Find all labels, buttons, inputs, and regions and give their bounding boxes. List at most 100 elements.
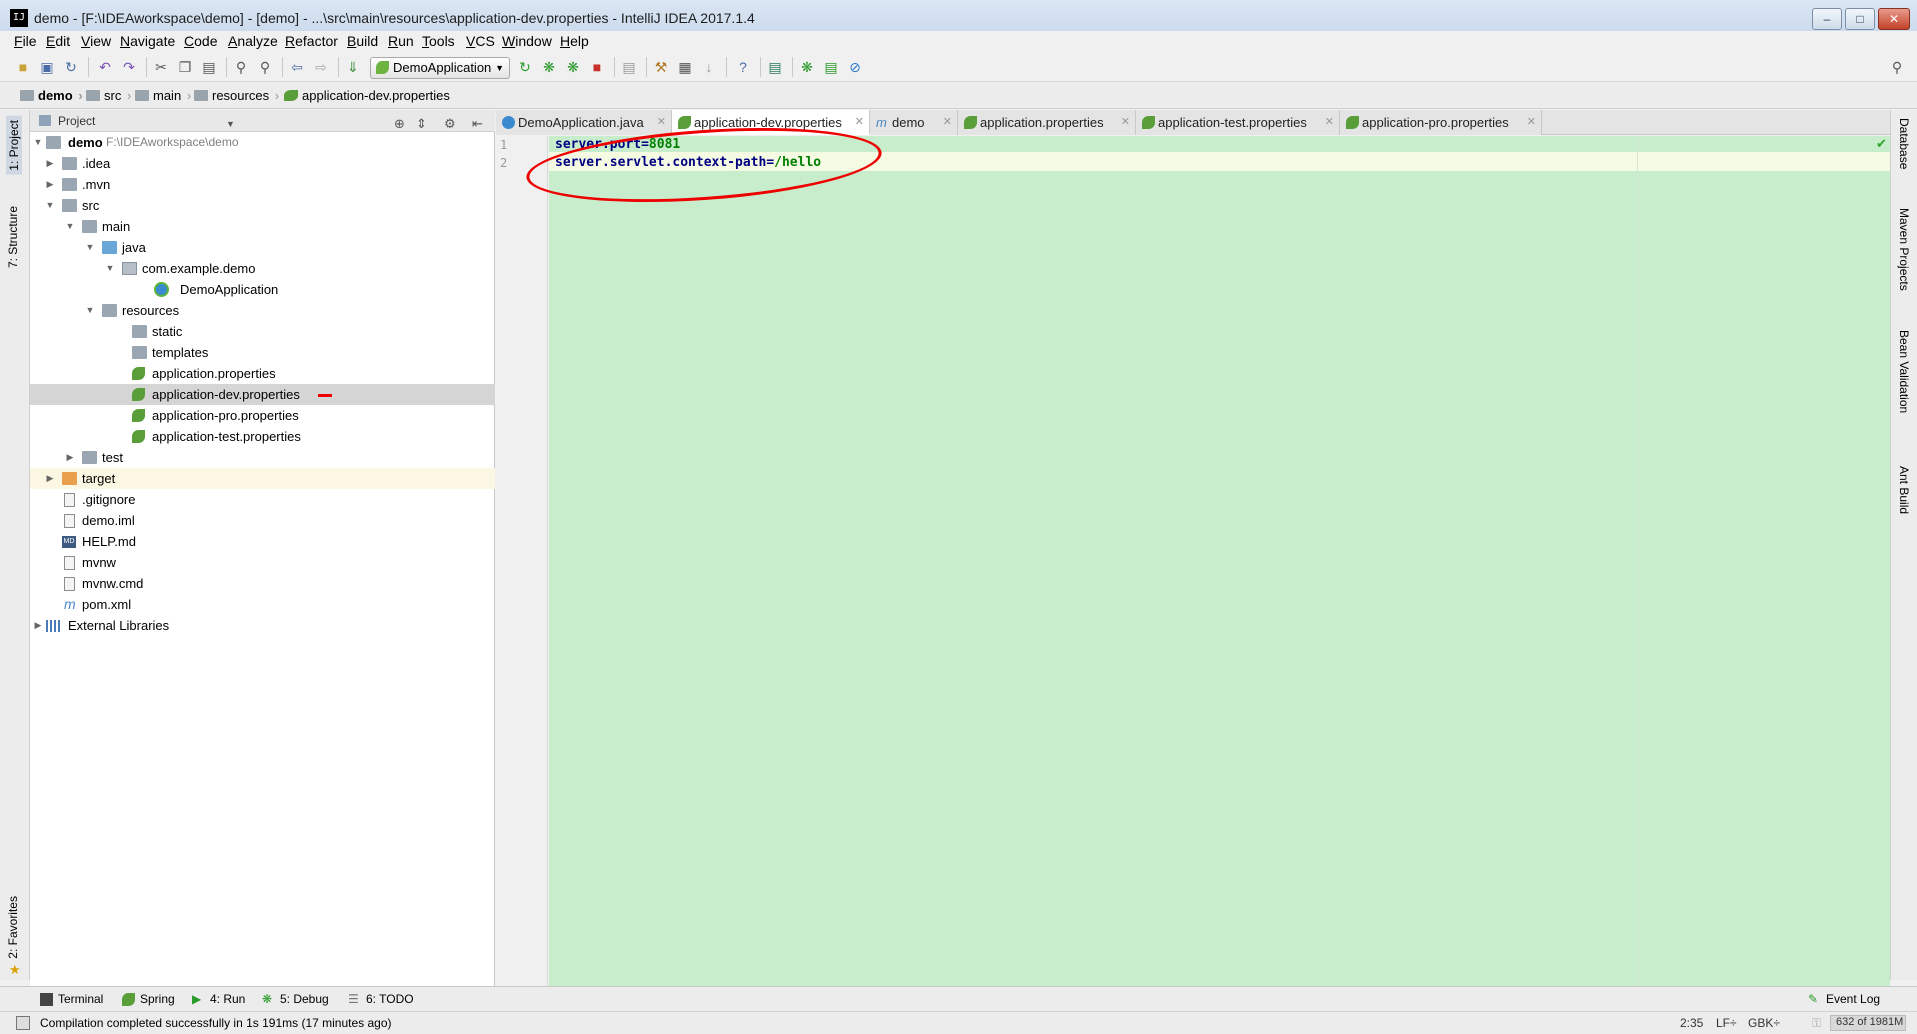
tab-demo-pom[interactable]: m demo ✕ xyxy=(870,110,958,135)
close-tab-icon[interactable]: ✕ xyxy=(855,110,864,135)
collapsed-arrow-icon[interactable]: ▶ xyxy=(44,153,56,174)
menu-analyze[interactable]: Analyze xyxy=(228,33,278,49)
search-everywhere-icon[interactable]: ⚲ xyxy=(1888,58,1906,76)
coverage-icon[interactable]: ❋ xyxy=(564,58,582,76)
menu-code[interactable]: Code xyxy=(184,33,217,49)
tree-row-mvnw-cmd[interactable]: mvnw.cmd xyxy=(30,573,495,594)
breadcrumb-src[interactable]: src › xyxy=(86,87,131,105)
tool-tab-spring[interactable]: Spring xyxy=(122,992,175,1006)
menu-vcs[interactable]: VCS xyxy=(466,33,495,49)
tab-application-properties[interactable]: application.properties ✕ xyxy=(958,110,1136,135)
tool-tab-run[interactable]: ▶ 4: Run xyxy=(192,992,245,1006)
tree-row-main[interactable]: ▼ main xyxy=(30,216,495,237)
menu-build[interactable]: Build xyxy=(347,33,378,49)
coverage-report-icon[interactable]: ▤ xyxy=(620,58,638,76)
tree-row-help-md[interactable]: MD HELP.md xyxy=(30,531,495,552)
tree-row-target[interactable]: ▶ target xyxy=(30,468,495,489)
android-icon[interactable]: ❋ xyxy=(798,58,816,76)
tree-row-mvnw[interactable]: mvnw xyxy=(30,552,495,573)
profiler-icon[interactable]: ▤ xyxy=(822,58,840,76)
maximize-button[interactable]: □ xyxy=(1845,8,1875,30)
tree-row-application-test-properties[interactable]: application-test.properties xyxy=(30,426,495,447)
no-entry-icon[interactable]: ⊘ xyxy=(846,58,864,76)
file-encoding[interactable]: GBK÷ xyxy=(1748,1016,1780,1030)
tree-row-java[interactable]: ▼ java xyxy=(30,237,495,258)
close-button[interactable]: ✕ xyxy=(1878,8,1910,30)
menu-view[interactable]: View xyxy=(81,33,111,49)
menu-navigate[interactable]: Navigate xyxy=(120,33,175,49)
tab-application-test-properties[interactable]: application-test.properties ✕ xyxy=(1136,110,1340,135)
cut-icon[interactable]: ✂ xyxy=(152,58,170,76)
minimize-button[interactable]: – xyxy=(1812,8,1842,30)
tool-window-maven[interactable]: Maven Projects xyxy=(1897,208,1911,291)
line-separator[interactable]: LF÷ xyxy=(1716,1016,1737,1030)
tree-row-pom-xml[interactable]: m pom.xml xyxy=(30,594,495,615)
expanded-arrow-icon[interactable]: ▼ xyxy=(32,132,44,153)
tree-row-resources[interactable]: ▼ resources xyxy=(30,300,495,321)
project-view-select[interactable]: Project xyxy=(58,114,95,128)
tree-row-test[interactable]: ▶ test xyxy=(30,447,495,468)
project-structure-icon[interactable]: ▦ xyxy=(676,58,694,76)
tool-window-bean-validation[interactable]: Bean Validation xyxy=(1897,330,1911,413)
menu-tools[interactable]: Tools xyxy=(422,33,455,49)
back-icon[interactable]: ⇦ xyxy=(288,58,306,76)
tool-tab-terminal[interactable]: Terminal xyxy=(40,992,103,1006)
close-tab-icon[interactable]: ✕ xyxy=(657,110,666,135)
caret-position[interactable]: 2:35 xyxy=(1680,1016,1703,1030)
paste-icon[interactable]: ▤ xyxy=(200,58,218,76)
stop-icon[interactable]: ■ xyxy=(588,58,606,76)
breadcrumb-resources[interactable]: resources › xyxy=(194,87,279,105)
tree-row-application-properties[interactable]: application.properties xyxy=(30,363,495,384)
forward-icon[interactable]: ⇨ xyxy=(312,58,330,76)
sync-icon[interactable]: ↻ xyxy=(62,58,80,76)
tree-row-application-dev-properties[interactable]: application-dev.properties xyxy=(30,384,495,405)
deploy-icon[interactable]: ▤ xyxy=(766,58,784,76)
replace-icon[interactable]: ⚲ xyxy=(256,58,274,76)
tree-row-templates[interactable]: templates xyxy=(30,342,495,363)
close-tab-icon[interactable]: ✕ xyxy=(1325,110,1334,135)
undo-icon[interactable]: ↶ xyxy=(96,58,114,76)
code-editor[interactable]: server.port=8081 server.servlet.context-… xyxy=(549,136,1890,986)
breadcrumb-file[interactable]: application-dev.properties xyxy=(284,87,450,105)
tree-row-application-pro-properties[interactable]: application-pro.properties xyxy=(30,405,495,426)
find-icon[interactable]: ⚲ xyxy=(232,58,250,76)
expanded-arrow-icon[interactable]: ▼ xyxy=(44,195,56,216)
collapsed-arrow-icon[interactable]: ▶ xyxy=(44,174,56,195)
tab-application-pro-properties[interactable]: application-pro.properties ✕ xyxy=(1340,110,1542,135)
expanded-arrow-icon[interactable]: ▼ xyxy=(104,258,116,279)
settings-icon[interactable]: ⚒ xyxy=(652,58,670,76)
tree-row-demo-iml[interactable]: demo.iml xyxy=(30,510,495,531)
tool-tab-todo[interactable]: ☰ 6: TODO xyxy=(348,992,414,1006)
tool-tab-debug[interactable]: ❋ 5: Debug xyxy=(262,992,329,1006)
run-icon[interactable]: ↻ xyxy=(516,58,534,76)
lock-icon[interactable]: ⚿ xyxy=(1812,1016,1821,1031)
breadcrumb-main[interactable]: main › xyxy=(135,87,191,105)
breadcrumb-demo[interactable]: demo › xyxy=(20,87,83,105)
tree-row-idea[interactable]: ▶ .idea xyxy=(30,153,495,174)
copy-icon[interactable]: ❐ xyxy=(176,58,194,76)
tree-row-src[interactable]: ▼ src xyxy=(30,195,495,216)
tree-row-static[interactable]: static xyxy=(30,321,495,342)
tree-row-demoapplication[interactable]: DemoApplication xyxy=(30,279,495,300)
expanded-arrow-icon[interactable]: ▼ xyxy=(84,237,96,258)
collapsed-arrow-icon[interactable]: ▶ xyxy=(32,615,44,636)
menu-run[interactable]: Run xyxy=(388,33,414,49)
tool-window-project[interactable]: 1: Project xyxy=(6,116,22,175)
tool-window-structure[interactable]: 7: Structure xyxy=(6,206,20,268)
inspection-ok-icon[interactable]: ✔ xyxy=(1876,136,1887,152)
expanded-arrow-icon[interactable]: ▼ xyxy=(84,300,96,321)
close-tab-icon[interactable]: ✕ xyxy=(943,110,952,135)
tree-row-package[interactable]: ▼ com.example.demo xyxy=(30,258,495,279)
tool-window-ant-build[interactable]: Ant Build xyxy=(1897,466,1911,514)
menu-file[interactable]: File xyxy=(14,33,37,49)
toggle-tool-windows-icon[interactable] xyxy=(16,1016,30,1030)
close-tab-icon[interactable]: ✕ xyxy=(1527,110,1536,135)
save-icon[interactable]: ▣ xyxy=(38,58,56,76)
debug-icon[interactable]: ❋ xyxy=(540,58,558,76)
tree-row-demo[interactable]: ▼ demo F:\IDEAworkspace\demo xyxy=(30,132,495,153)
sdk-download-icon[interactable]: ↓ xyxy=(700,58,718,76)
tool-window-favorites[interactable]: 2: Favorites xyxy=(6,896,20,959)
menu-refactor[interactable]: Refactor xyxy=(285,33,338,49)
close-tab-icon[interactable]: ✕ xyxy=(1121,110,1130,135)
make-project-icon[interactable]: ⇓ xyxy=(344,58,362,76)
